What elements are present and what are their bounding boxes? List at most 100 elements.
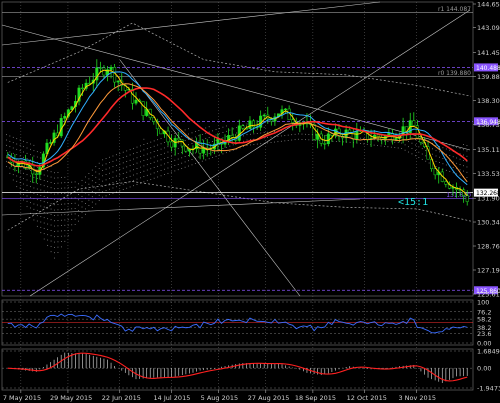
cloud-dot <box>26 206 28 208</box>
cloud-dot <box>119 163 121 165</box>
cloud-dot <box>449 155 451 156</box>
cloud-dot <box>98 173 100 175</box>
cloud-dot <box>26 174 28 176</box>
cloud-dot <box>50 224 52 226</box>
cloud-dot <box>153 145 155 147</box>
cloud-dot <box>60 230 62 232</box>
cloud-dot <box>105 179 107 181</box>
cloud-dot <box>6 150 7 152</box>
cloud-dot <box>88 173 90 174</box>
date-label: 18 Sep 2015 <box>295 394 336 402</box>
cloud-dot <box>294 133 296 135</box>
cloud-dot <box>339 141 341 143</box>
cloud-dot <box>43 217 45 219</box>
cloud-dot <box>67 213 69 215</box>
cloud-dot <box>157 171 159 173</box>
cloud-dot <box>71 203 73 204</box>
cloud-dot <box>133 185 134 187</box>
cloud-dot <box>208 131 210 133</box>
cloud-dot <box>308 134 310 135</box>
cloud-dot <box>47 223 49 225</box>
cloud-dot <box>459 169 461 171</box>
axis-tick-label: 133.535 <box>477 170 500 178</box>
cloud-dot <box>439 156 440 158</box>
cloud-dot <box>43 174 45 176</box>
cloud-dot <box>19 182 21 184</box>
cloud-dot <box>150 163 152 164</box>
cloud-dot <box>143 176 145 177</box>
cloud-dot <box>95 166 97 168</box>
cloud-dot <box>164 147 165 149</box>
cloud-dot <box>9 172 11 174</box>
cloud-dot <box>201 160 203 162</box>
cloud-dot <box>418 151 420 153</box>
candle-body <box>116 80 120 83</box>
cloud-dot <box>349 141 351 143</box>
cloud-dot <box>30 180 31 182</box>
candle-body <box>323 143 327 145</box>
cloud-dot <box>133 174 134 176</box>
cloud-dot <box>280 140 282 142</box>
cloud-dot <box>119 190 121 192</box>
axis-tick-label: 125.615 <box>477 291 500 299</box>
cloud-dot <box>74 224 76 225</box>
cloud-dot <box>198 135 200 137</box>
cloud-dot <box>236 127 238 129</box>
cloud-dot <box>47 202 49 204</box>
cloud-dot <box>71 224 73 226</box>
cloud-dot <box>208 126 210 128</box>
trendline <box>1 198 361 216</box>
cloud-dot <box>439 151 440 153</box>
cloud-dot <box>291 134 293 136</box>
cloud-dot <box>174 165 176 166</box>
cloud-dot <box>167 167 169 169</box>
cloud-dot <box>30 207 31 209</box>
macd-tick-label: 0.00 <box>477 365 491 373</box>
cloud-dot <box>122 167 124 169</box>
date-axis: 7 May 2015 29 May 2015 22 Jun 2015 14 Jul 2… <box>3 390 436 402</box>
cloud-dot <box>219 133 220 135</box>
cloud-dot <box>129 154 131 156</box>
chart-background <box>1 1 474 391</box>
cloud-dot <box>95 187 97 189</box>
cloud-dot <box>146 142 148 144</box>
cloud-dot <box>112 187 114 189</box>
cloud-dot <box>109 183 110 185</box>
cloud-dot <box>33 176 35 178</box>
cloud-dot <box>126 177 128 178</box>
cloud-dot <box>463 165 464 167</box>
cloud-dot <box>418 157 420 158</box>
cloud-dot <box>40 184 42 186</box>
cloud-dot <box>243 135 244 137</box>
cloud-dot <box>36 172 38 174</box>
cloud-dot <box>30 196 31 198</box>
axis-tick-label: 130.340 <box>477 219 500 227</box>
cloud-dot <box>19 187 21 189</box>
cloud-dot <box>16 138 18 140</box>
cloud-dot <box>404 144 406 146</box>
cloud-dot <box>54 215 55 216</box>
cloud-dot <box>30 186 31 188</box>
cloud-dot <box>74 186 76 188</box>
date-label: 27 Aug 2015 <box>248 394 290 402</box>
cloud-dot <box>16 186 18 188</box>
cloud-dot <box>373 139 375 141</box>
cloud-dot <box>30 148 31 150</box>
cloud-dot <box>16 154 18 156</box>
cloud-dot <box>291 139 293 141</box>
cloud-dot <box>439 162 440 163</box>
cloud-dot <box>119 153 121 154</box>
cloud-dot <box>143 181 145 183</box>
ma-line <box>7 71 468 186</box>
cloud-dot <box>74 202 76 204</box>
cloud-dot <box>366 143 368 145</box>
cloud-dot <box>19 139 21 141</box>
cloud-dot <box>191 132 193 134</box>
cloud-dot <box>143 138 145 140</box>
candle-body <box>141 101 145 116</box>
cloud-dot <box>308 139 310 141</box>
axis-tick-label: 143.095 <box>477 24 500 32</box>
cloud-dot <box>445 153 447 155</box>
cloud-dot <box>50 187 52 189</box>
candle-body <box>81 87 85 90</box>
